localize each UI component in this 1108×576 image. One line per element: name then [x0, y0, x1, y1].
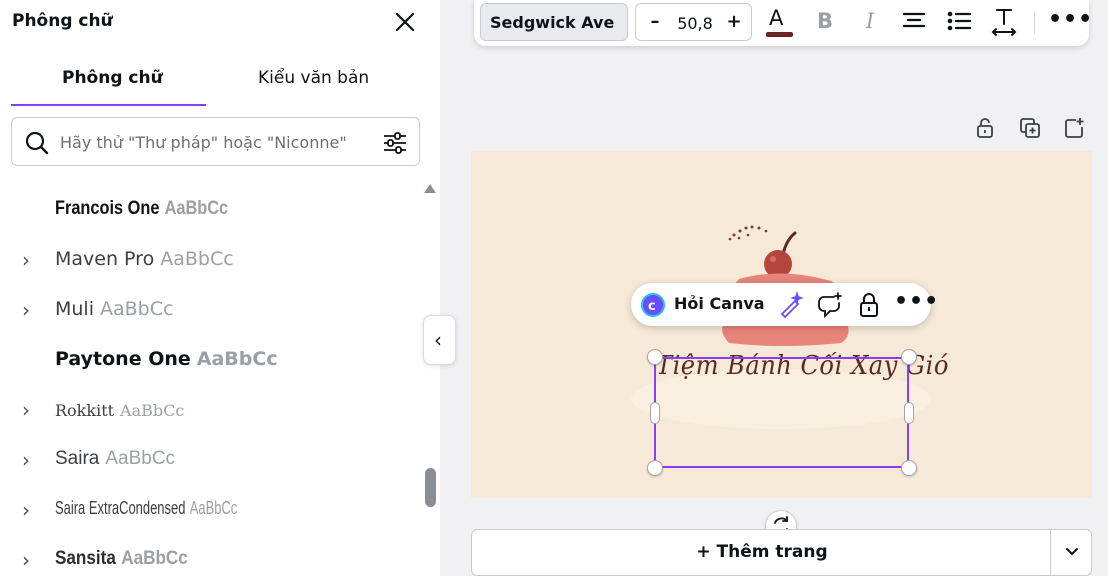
font-name-label: Saira ExtraCondensed: [55, 498, 186, 518]
font-sample: AaBbCc: [120, 401, 185, 420]
add-page-button[interactable]: + Thêm trang: [471, 529, 1051, 576]
font-item-muli[interactable]: › Muli AaBbCc: [0, 286, 420, 336]
font-sample: AaBbCc: [160, 248, 234, 270]
add-page-icon[interactable]: [1062, 116, 1086, 140]
font-name-label: Sansita: [55, 548, 116, 569]
magic-edit-icon[interactable]: [777, 291, 805, 319]
font-family-select[interactable]: Sedgwick Ave: [480, 3, 628, 41]
lock-page-icon[interactable]: [973, 116, 997, 140]
chevron-right-icon[interactable]: ›: [22, 250, 38, 270]
font-item-rokkitt[interactable]: › Rokkitt AaBbCc: [0, 386, 420, 436]
close-icon[interactable]: [392, 9, 418, 35]
font-sample: AaBbCc: [121, 548, 188, 569]
text-color-swatch: [766, 32, 793, 37]
scrollbar-thumb[interactable]: [425, 468, 436, 507]
font-item-maven-pro[interactable]: › Maven Pro AaBbCc: [0, 236, 420, 286]
text-toolbar: Sedgwick Ave – 50,8 + A B I •••: [474, 0, 1092, 46]
resize-handle-top-left[interactable]: [647, 349, 663, 365]
font-sample: AaBbCc: [100, 298, 174, 320]
resize-handle-bottom-left[interactable]: [647, 460, 663, 476]
selection-box[interactable]: [654, 357, 909, 468]
tab-text-styles[interactable]: Kiểu văn bản: [258, 68, 369, 88]
italic-button[interactable]: I: [855, 6, 885, 38]
add-comment-icon[interactable]: [816, 291, 844, 319]
search-icon: [24, 130, 50, 156]
resize-handle-bottom-right[interactable]: [901, 460, 917, 476]
text-color-icon: A: [769, 6, 784, 30]
font-name-label: Saira: [55, 448, 100, 469]
font-list: Francois One AaBbCc › Maven Pro AaBbCc › M…: [0, 186, 420, 576]
font-item-saira[interactable]: › Saira AaBbCc: [0, 436, 420, 486]
font-sample: AaBbCc: [164, 198, 229, 219]
tab-fonts[interactable]: Phông chữ: [62, 68, 163, 88]
font-item-saira-extracondensed[interactable]: › Saira ExtraCondensed AaBbCc: [0, 486, 420, 536]
ask-canva-button[interactable]: Hỏi Canva: [674, 294, 765, 313]
chevron-right-icon[interactable]: ›: [22, 500, 38, 520]
font-search-box: [11, 117, 420, 166]
font-family-value: Sedgwick Ave: [490, 13, 615, 32]
resize-handle-right[interactable]: [904, 402, 914, 424]
text-color-button[interactable]: A: [764, 6, 794, 38]
duplicate-page-icon[interactable]: [1018, 116, 1042, 140]
chevron-right-icon[interactable]: ›: [22, 400, 38, 420]
bold-button[interactable]: B: [810, 6, 840, 38]
chevron-down-icon: [1066, 548, 1078, 556]
panel-title: Phông chữ: [12, 11, 113, 31]
chevron-right-icon[interactable]: ›: [22, 300, 38, 320]
more-options-icon[interactable]: •••: [894, 289, 939, 314]
decrease-size-button[interactable]: –: [645, 11, 665, 33]
align-center-icon[interactable]: [899, 6, 929, 38]
svg-text:c: c: [648, 299, 656, 314]
increase-size-button[interactable]: +: [724, 11, 744, 33]
font-item-francois-one[interactable]: Francois One AaBbCc: [0, 186, 420, 236]
font-size-stepper: – 50,8 +: [635, 3, 752, 41]
filter-icon[interactable]: [382, 130, 408, 156]
scroll-up-arrow-icon[interactable]: [424, 184, 436, 193]
list-icon[interactable]: [944, 6, 974, 38]
font-size-value[interactable]: 50,8: [674, 14, 716, 33]
element-context-menu: c Hỏi Canva •••: [631, 283, 938, 326]
resize-handle-top-right[interactable]: [901, 349, 917, 365]
chevron-right-icon[interactable]: ›: [22, 450, 38, 470]
font-panel: Phông chữ Phông chữ Kiểu văn bản Francoi…: [0, 0, 440, 576]
font-item-paytone-one[interactable]: Paytone One AaBbCc: [0, 336, 420, 386]
add-page-label: + Thêm trang: [696, 542, 828, 562]
toolbar-divider: [1034, 12, 1035, 34]
spacing-icon[interactable]: [989, 6, 1019, 38]
add-page-dropdown[interactable]: [1050, 529, 1092, 576]
font-sample: AaBbCc: [189, 498, 238, 518]
active-tab-indicator: [11, 104, 206, 106]
font-name-label: Muli: [55, 298, 94, 320]
font-name-label: Maven Pro: [55, 248, 155, 270]
resize-handle-left[interactable]: [650, 402, 660, 424]
chevron-right-icon[interactable]: ›: [22, 550, 38, 570]
font-search-input[interactable]: [60, 130, 378, 154]
canva-assistant-icon[interactable]: c: [641, 293, 665, 317]
font-sample: AaBbCc: [196, 348, 278, 370]
lock-icon[interactable]: [855, 291, 883, 319]
font-name-label: Paytone One: [55, 348, 191, 370]
font-sample: AaBbCc: [105, 448, 176, 469]
font-item-sansita[interactable]: › Sansita AaBbCc: [0, 536, 420, 576]
more-options-icon[interactable]: •••: [1048, 6, 1092, 38]
font-name-label: Francois One: [55, 198, 160, 219]
chevron-left-icon: ‹: [434, 328, 442, 352]
font-name-label: Rokkitt: [55, 401, 115, 420]
collapse-panel-button[interactable]: ‹: [423, 315, 456, 365]
